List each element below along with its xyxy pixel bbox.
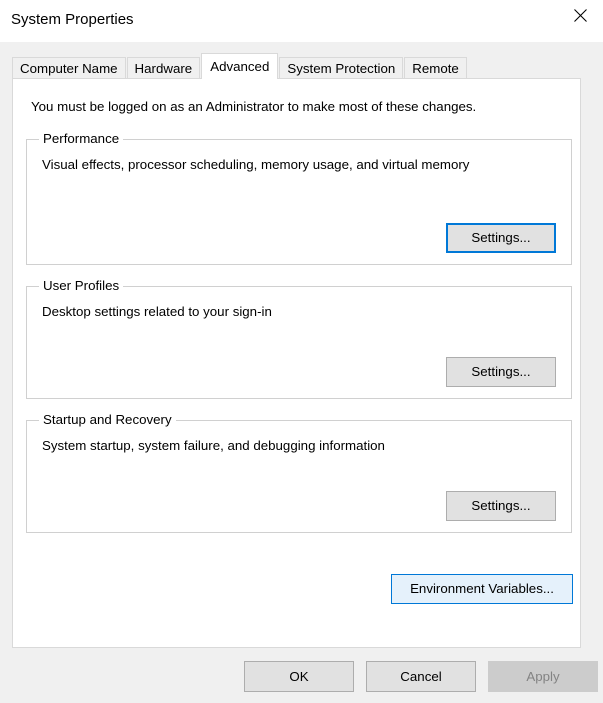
tab-label: Advanced xyxy=(210,58,270,74)
group-user-profiles: User Profiles Desktop settings related t… xyxy=(26,278,572,399)
administrator-note: You must be logged on as an Administrato… xyxy=(31,99,477,114)
group-performance: Performance Visual effects, processor sc… xyxy=(26,131,572,265)
environment-variables-button[interactable]: Environment Variables... xyxy=(391,574,573,604)
button-label: OK xyxy=(289,668,309,684)
cancel-button[interactable]: Cancel xyxy=(366,661,476,692)
dialog-footer: OK Cancel Apply xyxy=(0,661,603,694)
tab-remote[interactable]: Remote xyxy=(404,57,467,79)
tab-computer-name[interactable]: Computer Name xyxy=(12,57,126,79)
close-button[interactable] xyxy=(557,0,603,31)
group-legend-user-profiles: User Profiles xyxy=(39,278,124,293)
window-title: System Properties xyxy=(11,11,134,28)
group-startup-and-recovery: Startup and Recovery System startup, sys… xyxy=(26,412,572,533)
tab-advanced[interactable]: Advanced xyxy=(201,53,279,79)
tab-strip: Computer Name Hardware Advanced System P… xyxy=(12,53,468,79)
tab-label: Remote xyxy=(412,60,459,76)
tab-label: System Protection xyxy=(287,60,396,76)
startup-and-recovery-settings-button[interactable]: Settings... xyxy=(446,491,556,521)
tab-label: Hardware xyxy=(134,60,193,76)
performance-settings-button[interactable]: Settings... xyxy=(446,223,556,253)
tab-hardware[interactable]: Hardware xyxy=(126,57,201,79)
tab-panel-advanced: You must be logged on as an Administrato… xyxy=(12,78,581,648)
button-label: Settings... xyxy=(471,364,531,380)
tab-label: Computer Name xyxy=(20,60,118,76)
button-label: Settings... xyxy=(471,230,531,246)
apply-button: Apply xyxy=(488,661,598,692)
group-description-startup-and-recovery: System startup, system failure, and debu… xyxy=(42,438,385,453)
button-label: Apply xyxy=(526,668,560,684)
group-description-performance: Visual effects, processor scheduling, me… xyxy=(42,157,470,172)
user-profiles-settings-button[interactable]: Settings... xyxy=(446,357,556,387)
button-label: Cancel xyxy=(400,668,442,684)
ok-button[interactable]: OK xyxy=(244,661,354,692)
group-legend-performance: Performance xyxy=(39,131,124,146)
tab-system-protection[interactable]: System Protection xyxy=(279,57,404,79)
title-bar: System Properties xyxy=(0,0,603,42)
group-description-user-profiles: Desktop settings related to your sign-in xyxy=(42,304,272,319)
button-label: Settings... xyxy=(471,498,531,514)
group-legend-startup-and-recovery: Startup and Recovery xyxy=(39,412,176,427)
button-label: Environment Variables... xyxy=(410,581,554,597)
close-icon xyxy=(573,9,587,22)
